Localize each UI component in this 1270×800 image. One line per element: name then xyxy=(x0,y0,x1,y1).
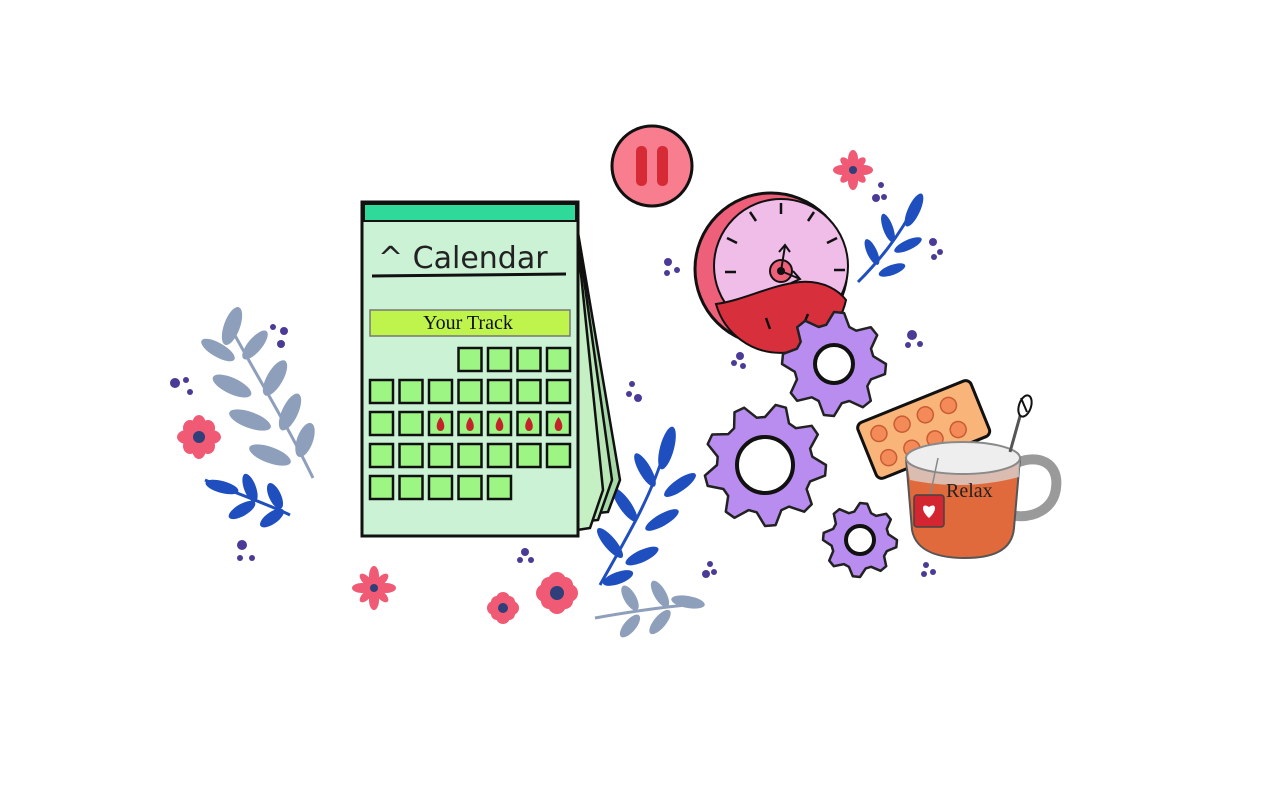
flower-icon xyxy=(833,150,873,190)
calendar-day-cell xyxy=(368,378,395,405)
your-track-label: Your Track xyxy=(423,312,513,334)
illustration: ^ Calendar Your Track Relax xyxy=(170,124,1062,638)
calendar-day-cell xyxy=(457,474,483,501)
leaf-icon xyxy=(204,473,291,528)
calendar-day-cell xyxy=(427,474,454,501)
leaf-icon xyxy=(856,193,924,284)
calendar-day-cell xyxy=(486,474,513,501)
calendar-day-cell xyxy=(545,346,572,373)
calendar-day-cell xyxy=(457,378,483,405)
calendar-day-cell xyxy=(545,378,572,405)
calendar-day-cell xyxy=(368,474,395,501)
calendar-day-cell xyxy=(486,346,513,373)
calendar-day-cell xyxy=(368,442,395,469)
calendar-day-cell xyxy=(427,378,454,405)
flower-icon xyxy=(352,566,396,610)
calendar-day-cell xyxy=(486,378,513,405)
pause-icon xyxy=(610,124,694,208)
calendar-day-cell xyxy=(516,442,542,469)
gear-icon xyxy=(780,310,888,418)
flower-icon xyxy=(487,592,519,624)
calendar-day-cell xyxy=(457,346,483,373)
flower-icon xyxy=(177,415,221,459)
gear-icon xyxy=(821,501,899,579)
mug-label: Relax xyxy=(946,480,993,502)
calendar-day-cell xyxy=(486,442,513,469)
calendar-day-cell xyxy=(545,442,572,469)
calendar-day-cell xyxy=(398,378,424,405)
calendar-day-cell xyxy=(516,346,542,373)
calendar-day-cell xyxy=(427,442,454,469)
calendar-header-bar xyxy=(363,203,577,222)
leaf-icon xyxy=(594,580,705,638)
calendar-day-cell xyxy=(368,410,395,437)
calendar-day-cell xyxy=(398,442,424,469)
calendar-day-cell xyxy=(457,442,483,469)
flower-icon xyxy=(536,572,578,614)
calendar-icon: ^ Calendar Your Track xyxy=(360,200,622,538)
gear-icon xyxy=(703,403,828,528)
calendar-day-cell xyxy=(398,474,424,501)
leaf-icon xyxy=(201,307,315,479)
calendar-title: ^ Calendar xyxy=(378,241,548,276)
calendar-day-cell xyxy=(516,378,542,405)
calendar-day-cell xyxy=(398,410,424,437)
